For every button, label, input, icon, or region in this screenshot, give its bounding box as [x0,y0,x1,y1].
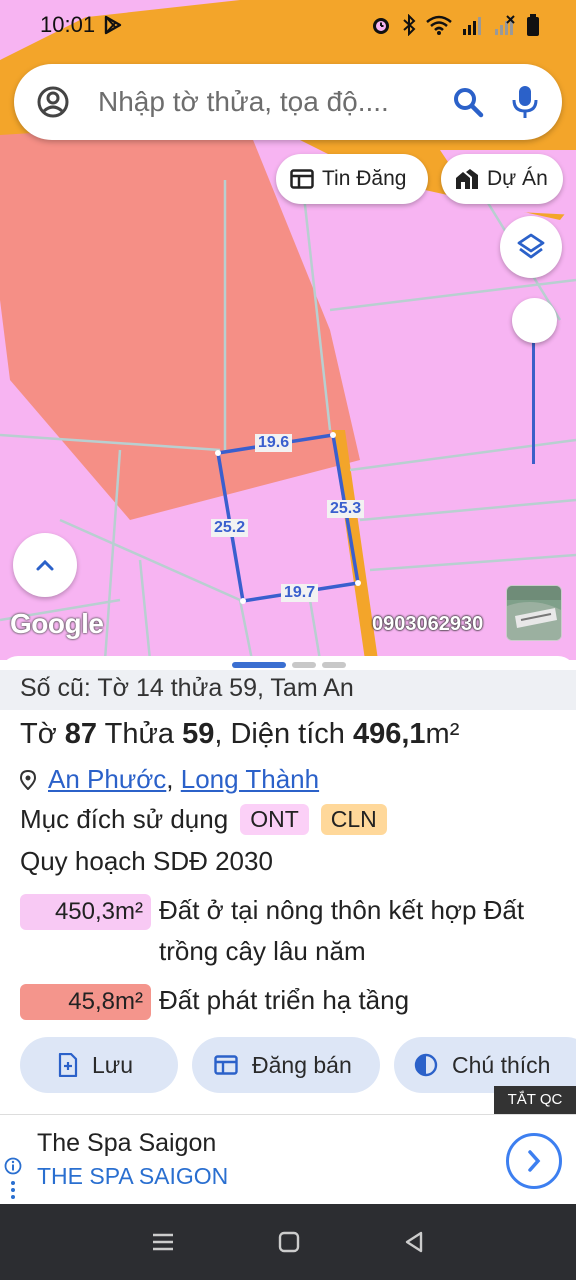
search-bar[interactable] [14,64,562,140]
ward-link[interactable]: An Phước [48,764,166,794]
projects-chip-label: Dự Án [487,167,548,190]
home-icon[interactable] [278,1231,300,1253]
legend-button[interactable]: Chú thích [394,1037,576,1093]
parcel-info-sheet[interactable]: Số cũ: Tờ 14 thửa 59, Tam An Tờ 87 Thửa … [0,656,576,1116]
post-sale-label: Đăng bán [252,1051,352,1078]
save-button[interactable]: Lưu [20,1037,178,1093]
location-row: An Phước, Long Thành [20,764,319,795]
expand-up-button[interactable] [13,533,77,597]
status-bar: 10:01 [0,0,576,50]
listing-icon [214,1055,238,1075]
location-separator: , [166,764,174,794]
battery-icon [527,14,539,36]
old-parcel-info: Số cũ: Tờ 14 thửa 59, Tam An [0,670,576,710]
chevron-right-icon [528,1150,541,1172]
alarm-icon [373,18,389,34]
signal-icon [463,17,481,35]
edge-label-right: 25.3 [327,500,365,518]
plan-item: 45,8m² Đất phát triển hạ tầng [20,984,569,1021]
edge-label-left: 25.2 [211,519,249,537]
sheet-number: 87 [64,718,98,750]
plan-title: Quy hoạch SDĐ 2030 [20,846,273,876]
signal-2-icon [495,15,515,35]
projects-chip[interactable]: Dự Án [441,154,563,204]
opacity-slider-track[interactable] [532,340,535,464]
ad-close-button[interactable]: TẮT QC [494,1086,576,1114]
area-label: , Diện tích [214,718,345,750]
ad-info-icon[interactable] [4,1157,22,1201]
location-pin-icon [20,769,36,790]
legend-label: Chú thích [452,1051,551,1078]
plan-area: 45,8m² [20,984,151,1020]
page-indicator [322,662,346,668]
sheet-drag-handle[interactable] [232,662,346,668]
plan-description: Đất ở tại nông thôn kết hợp Đất trồng câ… [159,895,525,966]
status-time: 10:01 [40,12,123,38]
land-use-badge-ont: ONT [240,804,309,835]
sheet-label: Tờ [20,718,57,750]
post-sale-button[interactable]: Đăng bán [192,1037,380,1093]
layers-button[interactable] [500,216,562,278]
listing-icon [290,169,314,189]
edge-label-top: 19.6 [255,434,293,452]
bluetooth-icon [403,14,416,36]
play-store-icon [104,15,122,35]
save-label: Lưu [92,1051,133,1078]
google-logo: Google [10,608,104,639]
clock-text: 10:01 [40,12,96,37]
back-icon[interactable] [403,1230,425,1254]
opacity-slider-knob[interactable] [512,298,557,343]
recent-apps-icon[interactable] [151,1232,175,1252]
district-link[interactable]: Long Thành [181,764,319,794]
page-indicator-active [232,662,286,668]
wifi-icon [426,15,452,35]
listings-chip[interactable]: Tin Đăng [276,154,428,204]
plan-area: 450,3m² [20,894,151,930]
edge-label-bottom: 19.7 [281,584,319,602]
land-use-label: Mục đích sử dụng [20,804,229,834]
plan-description: Đất phát triển hạ tầng [159,985,410,1015]
phone-watermark: 0903062930 [372,613,484,635]
satellite-thumbnail[interactable] [506,585,562,641]
add-file-icon [58,1053,78,1077]
land-use-row: Mục đích sử dụng ONT CLN [20,804,387,835]
page-indicator [292,662,316,668]
parcel-label: Thửa [104,718,174,750]
area-unit: m² [425,718,460,750]
ad-subtitle[interactable]: THE SPA SAIGON [37,1163,228,1190]
contrast-icon [414,1053,438,1077]
ad-open-button[interactable] [506,1133,562,1189]
listings-chip-label: Tin Đăng [322,167,407,190]
land-use-badge-cln: CLN [320,804,387,835]
ad-banner[interactable]: The Spa Saigon THE SPA SAIGON [0,1114,576,1204]
parcel-title: Tờ 87 Thửa 59, Diện tích 496,1m² [20,718,459,751]
ad-title[interactable]: The Spa Saigon [37,1129,216,1158]
layers-icon [517,233,545,259]
plan-item: 450,3m² Đất ở tại nông thôn kết hợp Đất … [20,894,569,972]
parcel-number: 59 [182,718,215,750]
account-icon[interactable] [36,85,70,119]
search-icon[interactable] [450,84,486,120]
system-nav-bar [0,1204,576,1280]
chevron-up-icon [36,559,54,571]
mic-icon[interactable] [510,84,540,120]
buildings-icon [456,169,478,189]
search-input[interactable] [98,86,436,118]
area-value: 496,1 [352,718,426,750]
